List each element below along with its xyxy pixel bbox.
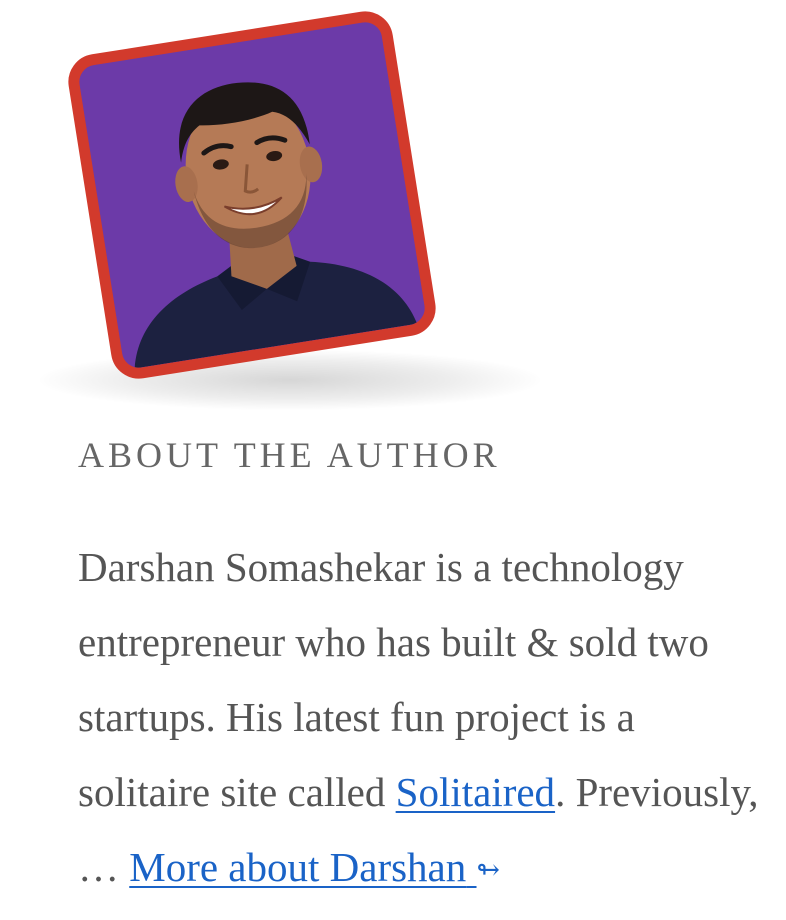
author-bio: Darshan Somashekar is a technology entre… bbox=[78, 530, 768, 908]
more-about-label: More about Darshan bbox=[129, 844, 467, 890]
author-photo bbox=[76, 19, 428, 371]
author-avatar bbox=[64, 7, 440, 383]
about-author-heading: ABOUT THE AUTHOR bbox=[78, 435, 501, 475]
arrow-icon: ↬ bbox=[476, 855, 500, 886]
solitaired-link[interactable]: Solitaired bbox=[396, 769, 555, 815]
more-about-author-link[interactable]: More about Darshan ↬ bbox=[129, 844, 500, 890]
